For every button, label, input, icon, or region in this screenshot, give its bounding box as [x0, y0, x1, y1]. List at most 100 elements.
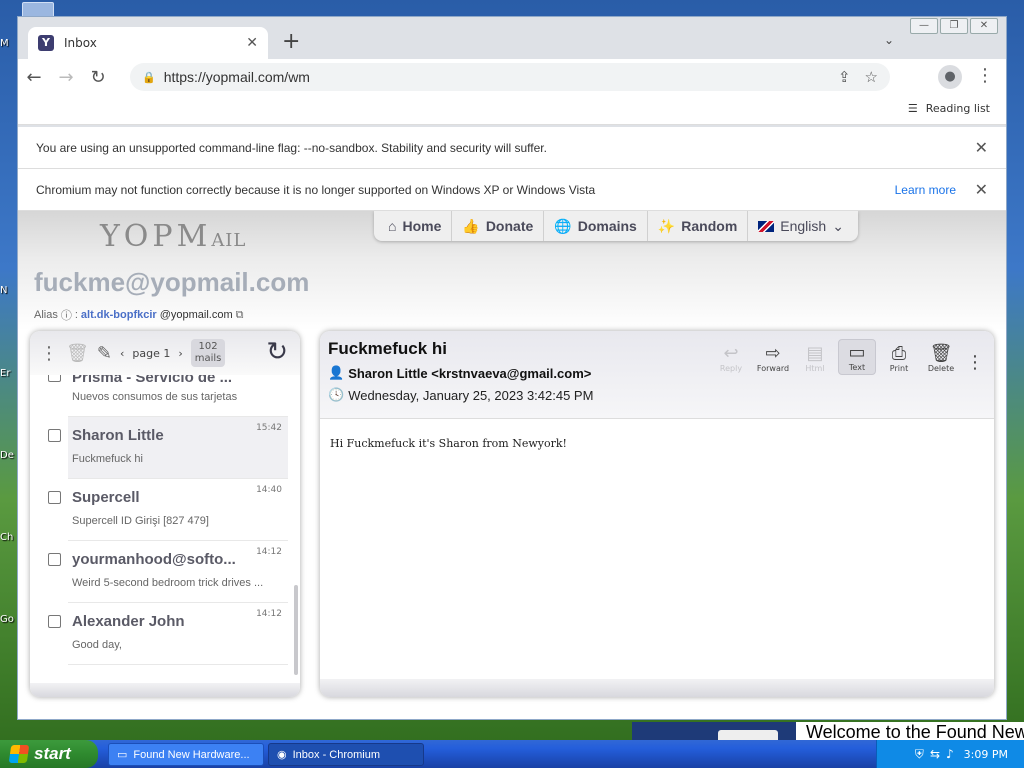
reply-button[interactable]: ↩ Reply: [712, 339, 750, 375]
reading-list-button[interactable]: ☰ Reading list: [908, 102, 990, 115]
address-bar[interactable]: 🔒 https://yopmail.com/wm ⇪ ☆: [130, 63, 890, 91]
mail-list-item[interactable]: Sharon Little 15:42 Fuckmefuck hi: [48, 417, 288, 479]
taskbar-item-chromium[interactable]: ◉ Inbox - Chromium: [268, 743, 424, 766]
bookmarks-bar: ☰ Reading list: [18, 95, 1006, 125]
windows-logo-icon: [8, 745, 30, 763]
reading-list-label: Reading list: [925, 102, 990, 115]
text-button[interactable]: ▭ Text: [838, 339, 876, 375]
profile-icon[interactable]: ●: [938, 65, 962, 89]
mail-checkbox[interactable]: [48, 553, 61, 566]
learn-more-link[interactable]: Learn more: [895, 183, 956, 197]
new-tab-icon[interactable]: +: [282, 31, 300, 53]
tab-search-chevron-icon[interactable]: ⌄: [884, 33, 894, 47]
mail-time: 14:12: [256, 609, 282, 619]
system-tray: ⛨ ⇆ ♪ 3:09 PM: [876, 740, 1024, 768]
person-icon: 👤: [328, 365, 345, 380]
window-controls: — ❐ ✕: [910, 18, 998, 34]
browser-menu-icon[interactable]: ⋮: [976, 65, 994, 86]
chromium-icon: ◉: [277, 749, 287, 761]
copy-icon[interactable]: ⧉: [236, 309, 244, 322]
tab-close-icon[interactable]: ✕: [246, 35, 258, 51]
forward-button[interactable]: ⇨ Forward: [754, 339, 792, 375]
mail-subject: Nuevos consumos de sus tarjetas: [72, 391, 238, 403]
mail-checkbox[interactable]: [48, 491, 61, 504]
mail-from: yourmanhood@softo...: [72, 551, 236, 568]
taskbar-item-found-new-hardware[interactable]: ▭ Found New Hardware...: [108, 743, 264, 766]
clock-icon: 🕓: [328, 387, 345, 402]
html-button[interactable]: ▤ Html: [796, 339, 834, 375]
language-select[interactable]: English ⌄: [748, 211, 854, 241]
infobar-close-icon[interactable]: ✕: [975, 138, 988, 158]
mail-subject: Supercell ID Girişi [827 479]: [72, 515, 209, 527]
infobar-sandbox: You are using an unsupported command-lin…: [18, 127, 1006, 169]
refresh-icon[interactable]: ↻: [266, 337, 288, 367]
infobar-os-text: Chromium may not function correctly beca…: [36, 182, 596, 197]
reply-icon: ↩: [723, 343, 739, 364]
next-page-icon[interactable]: ›: [178, 347, 182, 360]
printer-icon: ⎙: [891, 343, 907, 364]
mail-list-item[interactable]: Supercell 14:40 Supercell ID Girişi [827…: [48, 479, 288, 541]
mail-from: Supercell: [72, 489, 140, 506]
mail-list: Prisma - Servicio de ... Nuevos consumos…: [30, 375, 300, 683]
mail-checkbox[interactable]: [48, 429, 61, 442]
print-button[interactable]: ⎙ Print: [880, 339, 918, 375]
yopmail-page: YOPMAIL ⌂ Home 👍 Donate 🌐 Domains ✨ Rand…: [18, 211, 1006, 719]
alias-link[interactable]: alt.dk-bopfkcir: [81, 309, 157, 321]
html-view-icon: ▤: [806, 343, 824, 364]
welcome-window: Welcome to the Found New: [632, 722, 1024, 742]
more-actions-button[interactable]: ⋮: [964, 339, 986, 375]
nav-home[interactable]: ⌂ Home: [378, 211, 453, 241]
security-shield-icon[interactable]: ⛨: [915, 747, 924, 762]
mail-checkbox[interactable]: [48, 375, 61, 382]
info-icon[interactable]: ⓘ: [61, 307, 72, 323]
inbox-scrollbar[interactable]: [294, 375, 298, 675]
current-mailbox-address: fuckme@yopmail.com: [34, 267, 310, 297]
magic-wand-icon: ✨: [657, 217, 676, 234]
mail-list-item[interactable]: yourmanhood@softo... 14:12 Weird 5-secon…: [48, 541, 288, 603]
mail-subject: Fuckmefuck hi: [72, 453, 143, 465]
nav-domains[interactable]: 🌐 Domains: [544, 211, 648, 241]
yopmail-favicon-icon: Y: [38, 35, 54, 51]
mail-time: 14:12: [256, 547, 282, 557]
infobar-close-icon[interactable]: ✕: [975, 180, 988, 200]
pager: ‹ page 1 ›: [120, 347, 183, 360]
yopmail-logo[interactable]: YOPMAIL: [100, 219, 246, 254]
lock-icon[interactable]: 🔒: [142, 71, 156, 84]
trash-icon[interactable]: 🗑: [66, 343, 89, 364]
more-vertical-icon: ⋮: [966, 352, 984, 373]
nav-random[interactable]: ✨ Random: [648, 211, 749, 241]
share-icon[interactable]: ⇪: [838, 68, 851, 86]
text-view-icon: ▭: [848, 342, 866, 363]
mail-header: Fuckmefuck hi 👤 Sharon Little <krstnvaev…: [320, 331, 994, 419]
close-window-button[interactable]: ✕: [970, 18, 998, 34]
welcome-title: Welcome to the Found New: [806, 722, 1024, 742]
mail-from: Alexander John: [72, 613, 185, 630]
network-icon[interactable]: ⇆: [930, 747, 940, 762]
mail-list-item[interactable]: Alexander John 14:12 Good day,: [48, 603, 288, 665]
reload-icon[interactable]: ↻: [82, 67, 114, 88]
start-button[interactable]: start: [0, 740, 98, 768]
mail-time: 15:42: [256, 423, 282, 433]
nav-donate[interactable]: 👍 Donate: [452, 211, 545, 241]
forward-arrow-icon: ⇨: [765, 343, 781, 364]
mail-list-item[interactable]: Prisma - Servicio de ... Nuevos consumos…: [48, 375, 288, 417]
globe-icon: 🌐: [554, 217, 572, 234]
bookmark-star-icon[interactable]: ☆: [865, 68, 878, 86]
mail-checkbox[interactable]: [48, 615, 61, 628]
page-label: page 1: [132, 346, 171, 360]
mail-date: 🕓 Wednesday, January 25, 2023 3:42:45 PM: [328, 387, 594, 403]
maximize-button[interactable]: ❐: [940, 18, 968, 34]
minimize-button[interactable]: —: [910, 18, 938, 34]
forward-icon[interactable]: →: [50, 67, 82, 88]
volume-icon[interactable]: ♪: [946, 747, 954, 762]
mail-view-panel: Fuckmefuck hi 👤 Sharon Little <krstnvaev…: [320, 331, 994, 697]
clock[interactable]: 3:09 PM: [964, 748, 1008, 761]
trash-icon: 🗑: [929, 343, 953, 364]
address-url[interactable]: https://yopmail.com/wm: [164, 69, 310, 85]
prev-page-icon[interactable]: ‹: [120, 347, 124, 360]
compose-pencil-icon[interactable]: ✎: [97, 343, 112, 364]
back-icon[interactable]: ←: [18, 67, 50, 88]
delete-button[interactable]: 🗑 Delete: [922, 339, 960, 375]
inbox-menu-icon[interactable]: ⋮: [40, 343, 58, 364]
tab-inbox[interactable]: Y Inbox ✕: [28, 27, 268, 59]
